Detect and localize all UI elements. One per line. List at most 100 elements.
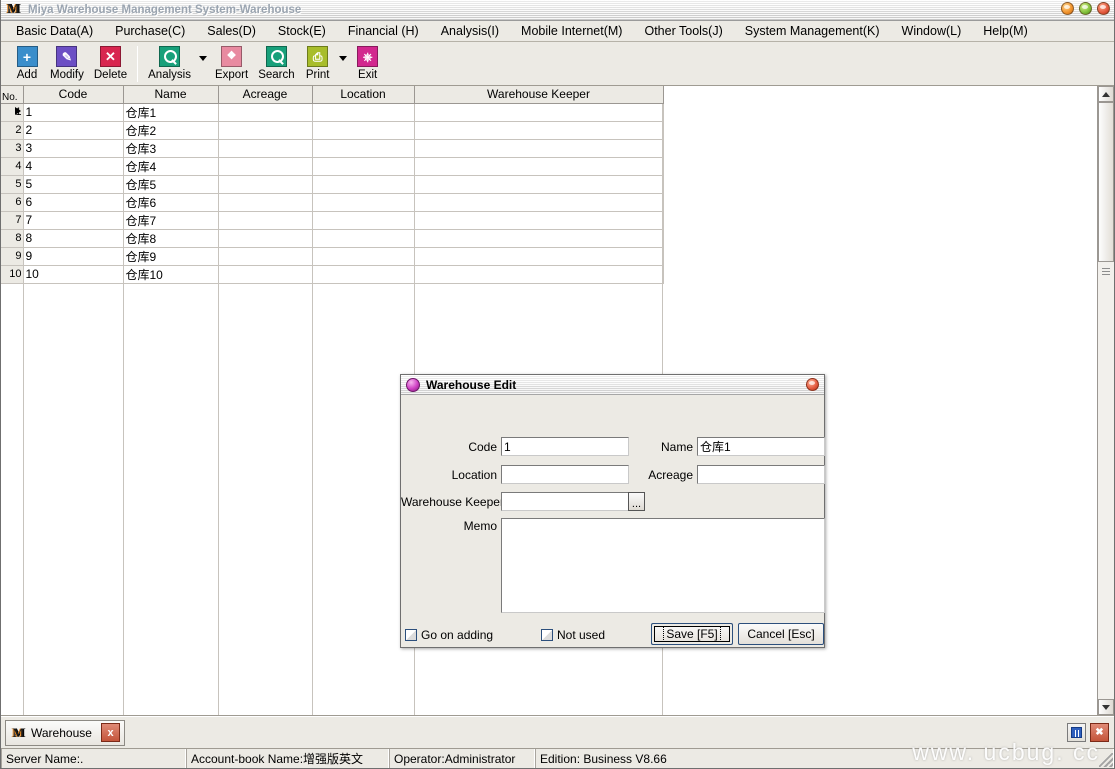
cell-code[interactable]: 7 xyxy=(23,211,123,229)
menu-item-purchase[interactable]: Purchase(C) xyxy=(104,22,196,40)
analysis-dropdown-arrow-icon[interactable] xyxy=(196,44,210,82)
table-row[interactable]: 1 1 仓库1 xyxy=(1,103,663,121)
cell-name[interactable]: 仓库7 xyxy=(123,211,218,229)
toolbar-button-add[interactable]: + Add xyxy=(9,44,45,81)
scroll-down-button[interactable] xyxy=(1098,699,1114,715)
row-header[interactable]: 2 xyxy=(1,121,23,139)
cancel-button[interactable]: Cancel [Esc] xyxy=(738,623,824,645)
cell-name[interactable]: 仓库9 xyxy=(123,247,218,265)
cell-code[interactable]: 6 xyxy=(23,193,123,211)
row-header[interactable]: 5 xyxy=(1,175,23,193)
menu-item-other-tools[interactable]: Other Tools(J) xyxy=(633,22,733,40)
warehouse-keeper-browse-button[interactable]: ... xyxy=(628,492,645,511)
menu-item-analysis[interactable]: Analysis(I) xyxy=(430,22,510,40)
taskbar-close-icon[interactable]: x xyxy=(101,723,120,742)
cell-code[interactable]: 1 xyxy=(23,103,123,121)
cell-name[interactable]: 仓库10 xyxy=(123,265,218,283)
cell-location[interactable] xyxy=(312,103,414,121)
toolbar-button-delete[interactable]: ✕ Delete xyxy=(89,44,132,81)
cell-location[interactable] xyxy=(312,247,414,265)
toolbar-button-exit[interactable]: ⎈ Exit xyxy=(350,44,386,81)
toolbar-button-modify[interactable]: ✎ Modify xyxy=(45,44,89,81)
cell-code[interactable]: 5 xyxy=(23,175,123,193)
cell-keeper[interactable] xyxy=(414,139,663,157)
table-row[interactable]: 4 4 仓库4 xyxy=(1,157,663,175)
close-button[interactable] xyxy=(1097,2,1110,15)
cell-location[interactable] xyxy=(312,265,414,283)
menu-item-sales[interactable]: Sales(D) xyxy=(196,22,267,40)
scrollbar-thumb[interactable] xyxy=(1098,102,1114,262)
cell-acreage[interactable] xyxy=(218,103,312,121)
scroll-up-button[interactable] xyxy=(1098,86,1114,102)
warehouse-keeper-input[interactable] xyxy=(501,492,629,511)
cell-name[interactable]: 仓库2 xyxy=(123,121,218,139)
row-header[interactable]: 1 xyxy=(1,103,23,121)
menu-item-basic-data[interactable]: Basic Data(A) xyxy=(5,22,104,40)
column-header-no[interactable]: No. xyxy=(1,86,23,103)
cell-location[interactable] xyxy=(312,193,414,211)
not-used-checkbox[interactable]: Not used xyxy=(541,628,605,642)
row-header[interactable]: 3 xyxy=(1,139,23,157)
cell-acreage[interactable] xyxy=(218,211,312,229)
cell-acreage[interactable] xyxy=(218,121,312,139)
column-header-warehouse-keeper[interactable]: Warehouse Keeper xyxy=(414,86,663,103)
cell-code[interactable]: 10 xyxy=(23,265,123,283)
cell-code[interactable]: 3 xyxy=(23,139,123,157)
cell-acreage[interactable] xyxy=(218,193,312,211)
column-header-acreage[interactable]: Acreage xyxy=(218,86,312,103)
checkbox-box[interactable] xyxy=(405,629,417,641)
cell-code[interactable]: 4 xyxy=(23,157,123,175)
cell-location[interactable] xyxy=(312,139,414,157)
cell-code[interactable]: 2 xyxy=(23,121,123,139)
toolbar-button-print[interactable]: ⎙ Print xyxy=(300,44,336,81)
table-row[interactable]: 7 7 仓库7 xyxy=(1,211,663,229)
name-input[interactable]: 仓库1 xyxy=(697,437,825,456)
cell-name[interactable]: 仓库3 xyxy=(123,139,218,157)
toolbar-button-analysis[interactable]: Analysis xyxy=(143,44,196,81)
location-input[interactable] xyxy=(501,465,629,484)
cell-keeper[interactable] xyxy=(414,175,663,193)
table-row[interactable]: 2 2 仓库2 xyxy=(1,121,663,139)
column-header-code[interactable]: Code xyxy=(23,86,123,103)
cell-keeper[interactable] xyxy=(414,121,663,139)
table-row[interactable]: 6 6 仓库6 xyxy=(1,193,663,211)
cell-name[interactable]: 仓库1 xyxy=(123,103,218,121)
cell-keeper[interactable] xyxy=(414,229,663,247)
cell-location[interactable] xyxy=(312,211,414,229)
cell-acreage[interactable] xyxy=(218,157,312,175)
close-all-windows-button[interactable]: ✖ xyxy=(1090,723,1109,742)
row-header[interactable]: 8 xyxy=(1,229,23,247)
tile-windows-button[interactable] xyxy=(1067,723,1086,742)
memo-textarea[interactable] xyxy=(501,518,825,613)
menu-item-system-management[interactable]: System Management(K) xyxy=(734,22,891,40)
cell-code[interactable]: 8 xyxy=(23,229,123,247)
checkbox-box[interactable] xyxy=(541,629,553,641)
table-row[interactable]: 8 8 仓库8 xyxy=(1,229,663,247)
table-row[interactable]: 9 9 仓库9 xyxy=(1,247,663,265)
minimize-button[interactable] xyxy=(1061,2,1074,15)
cell-location[interactable] xyxy=(312,157,414,175)
menu-item-window[interactable]: Window(L) xyxy=(891,22,973,40)
cell-acreage[interactable] xyxy=(218,247,312,265)
cell-name[interactable]: 仓库8 xyxy=(123,229,218,247)
cell-keeper[interactable] xyxy=(414,103,663,121)
row-header[interactable]: 6 xyxy=(1,193,23,211)
row-header[interactable]: 10 xyxy=(1,265,23,283)
cell-location[interactable] xyxy=(312,175,414,193)
table-row[interactable]: 10 10 仓库10 xyxy=(1,265,663,283)
resize-grip-icon[interactable] xyxy=(1099,753,1113,767)
table-row[interactable]: 3 3 仓库3 xyxy=(1,139,663,157)
menu-item-mobile-internet[interactable]: Mobile Internet(M) xyxy=(510,22,633,40)
table-row[interactable]: 5 5 仓库5 xyxy=(1,175,663,193)
cell-code[interactable]: 9 xyxy=(23,247,123,265)
column-header-name[interactable]: Name xyxy=(123,86,218,103)
code-input[interactable]: 1 xyxy=(501,437,629,456)
row-header[interactable]: 4 xyxy=(1,157,23,175)
cell-location[interactable] xyxy=(312,229,414,247)
scrollbar-track[interactable] xyxy=(1098,102,1114,699)
warehouse-table[interactable]: No. Code Name Acreage Location Warehouse… xyxy=(1,86,664,284)
cell-keeper[interactable] xyxy=(414,193,663,211)
go-on-adding-checkbox[interactable]: Go on adding xyxy=(405,628,493,642)
row-header[interactable]: 9 xyxy=(1,247,23,265)
menu-item-stock[interactable]: Stock(E) xyxy=(267,22,337,40)
